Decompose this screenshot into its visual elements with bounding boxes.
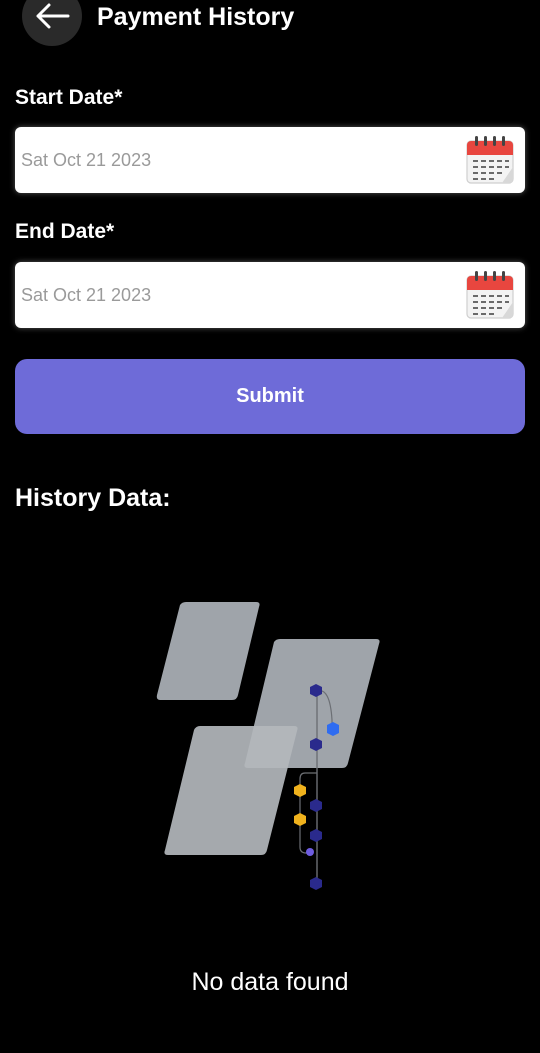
page-title: Payment History (97, 3, 295, 31)
empty-data-illustration (150, 595, 390, 900)
arrow-left-icon (34, 2, 70, 30)
calendar-icon[interactable] (464, 268, 518, 322)
payment-history-screen: Payment History Start Date* Sat Oct 21 2… (0, 0, 540, 1053)
app-header: Payment History (0, 0, 540, 50)
back-button[interactable] (22, 0, 82, 46)
start-date-field[interactable]: Sat Oct 21 2023 (15, 127, 525, 193)
start-date-label: Start Date* (15, 86, 123, 109)
submit-button[interactable]: Submit (15, 359, 525, 434)
history-data-title: History Data: (15, 484, 171, 512)
end-date-field[interactable]: Sat Oct 21 2023 (15, 262, 525, 328)
empty-state-text: No data found (191, 968, 349, 996)
start-date-value: Sat Oct 21 2023 (21, 150, 152, 170)
end-date-label: End Date* (15, 220, 115, 243)
end-date-value: Sat Oct 21 2023 (21, 285, 152, 305)
calendar-icon[interactable] (464, 133, 518, 187)
